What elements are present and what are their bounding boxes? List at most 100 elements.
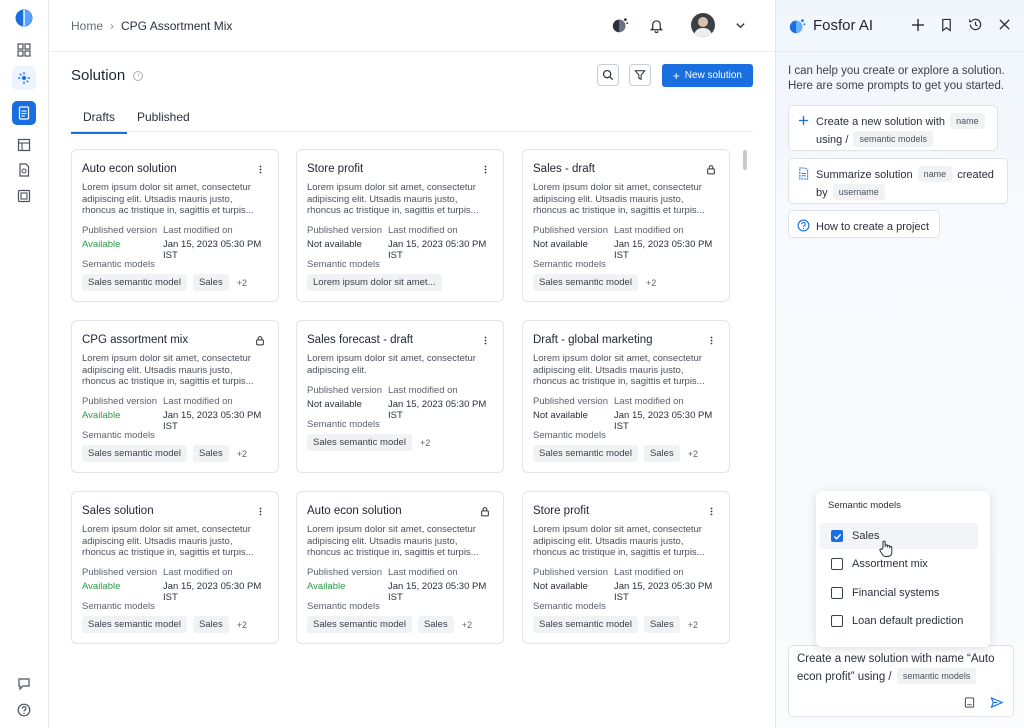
solution-card[interactable]: Sales solution Lorem ipsum dolor sit amet…: [71, 491, 279, 644]
dropdown-item-loan-default-prediction[interactable]: Loan default prediction: [820, 608, 978, 634]
lock-icon: [479, 505, 491, 517]
info-icon[interactable]: i: [133, 70, 144, 81]
solution-card[interactable]: CPG assortment mix Lorem ipsum dolor sit …: [71, 320, 279, 473]
more-chip[interactable]: +2: [418, 438, 432, 448]
semantic-models-label: Semantic models: [533, 601, 606, 612]
card-description: Lorem ipsum dolor sit amet, consectetur …: [307, 524, 479, 558]
solution-card[interactable]: Sales forecast - draft Lorem ipsum dolor …: [296, 320, 504, 473]
semantic-models-label: Semantic models: [533, 259, 606, 270]
close-icon[interactable]: [996, 16, 1013, 33]
published-version-label: Published version: [533, 567, 608, 578]
checkbox-checked[interactable]: [831, 530, 843, 542]
chevron-down-icon[interactable]: [729, 14, 751, 36]
semantic-models-tag: semantic models: [853, 131, 934, 147]
new-solution-label: New solution: [684, 70, 742, 81]
semantic-model-chip: Sales semantic model: [82, 616, 187, 633]
kebab-icon[interactable]: [705, 505, 717, 517]
filter-button[interactable]: [629, 64, 651, 86]
prompt-text: Create a new solution with: [816, 116, 946, 128]
solution-card[interactable]: Draft - global marketing Lorem ipsum dolo…: [522, 320, 730, 473]
card-title[interactable]: Store profit: [533, 505, 589, 517]
card-description: Lorem ipsum dolor sit amet, consectetur …: [82, 182, 254, 216]
card-title[interactable]: Sales forecast - draft: [307, 334, 413, 346]
tab-bar: Drafts Published: [71, 106, 753, 134]
semantic-model-chip: Sales semantic model: [82, 274, 187, 291]
prompt-summarize-solution[interactable]: Summarize solution name created by usern…: [788, 158, 1008, 204]
dropdown-item-label: Sales: [852, 530, 880, 542]
solution-card[interactable]: Auto econ solution Lorem ipsum dolor sit …: [296, 491, 504, 644]
ai-intro-text: I can help you create or explore a solut…: [788, 65, 1005, 92]
prompt-create-solution[interactable]: Create a new solution with name using / …: [788, 105, 998, 151]
kebab-icon[interactable]: [254, 163, 266, 175]
app-logo-icon[interactable]: [12, 6, 36, 30]
tab-drafts[interactable]: Drafts: [71, 110, 128, 134]
last-modified-label: Last modified on: [614, 396, 684, 407]
ai-sparkle-icon[interactable]: [12, 66, 36, 90]
new-chat-icon[interactable]: [909, 16, 926, 33]
more-chip[interactable]: +2: [686, 449, 700, 459]
more-chip[interactable]: +2: [460, 620, 474, 630]
search-button[interactable]: [597, 64, 619, 86]
dropdown-item-assortment-mix[interactable]: Assortment mix: [820, 551, 978, 577]
scrollbar[interactable]: [743, 150, 747, 170]
dashboard-icon[interactable]: [12, 38, 36, 62]
published-version-label: Published version: [533, 396, 608, 407]
more-chip[interactable]: +2: [235, 278, 249, 288]
semantic-models-chips: Sales semantic model Sales +2: [82, 274, 249, 291]
dropdown-item-label: Loan default prediction: [852, 615, 964, 627]
reports-icon[interactable]: [12, 158, 36, 182]
composer-input[interactable]: Create a new solution with name “Auto ec…: [797, 651, 1002, 686]
bookmark-icon[interactable]: [938, 16, 955, 33]
chat-composer[interactable]: Create a new solution with name “Auto ec…: [788, 645, 1014, 717]
top-bar: Home › CPG Assortment Mix: [49, 0, 775, 52]
semantic-model-chip: Sales semantic model: [533, 445, 638, 462]
solution-card[interactable]: Store profit Lorem ipsum dolor sit amet, …: [296, 149, 504, 302]
kebab-icon[interactable]: [705, 334, 717, 346]
solution-card[interactable]: Store profit Lorem ipsum dolor sit amet, …: [522, 491, 730, 644]
ai-assistant-icon[interactable]: [609, 14, 631, 36]
bell-icon[interactable]: [645, 14, 667, 36]
new-solution-button[interactable]: + New solution: [661, 64, 753, 87]
last-modified-label: Last modified on: [388, 385, 458, 396]
published-version-label: Published version: [307, 567, 382, 578]
solutions-icon[interactable]: [12, 101, 36, 125]
help-icon[interactable]: [12, 698, 36, 722]
checkbox[interactable]: [831, 587, 843, 599]
dropdown-item-financial-systems[interactable]: Financial systems: [820, 580, 978, 606]
card-title[interactable]: CPG assortment mix: [82, 334, 188, 346]
card-title[interactable]: Store profit: [307, 163, 363, 175]
semantic-models-dropdown: Semantic models Sales Assortment mix Fin…: [816, 491, 990, 647]
send-icon[interactable]: [989, 695, 1003, 709]
card-title[interactable]: Draft - global marketing: [533, 334, 653, 346]
models-icon[interactable]: [12, 184, 36, 208]
projects-icon[interactable]: [12, 133, 36, 157]
card-title[interactable]: Sales solution: [82, 505, 154, 517]
plus-icon: [796, 113, 810, 127]
avatar[interactable]: [691, 13, 715, 37]
card-title[interactable]: Auto econ solution: [82, 163, 177, 175]
prompt-library-icon[interactable]: [962, 695, 976, 709]
status-badge: Available: [307, 581, 346, 592]
prompt-how-to-create-project[interactable]: How to create a project: [788, 210, 940, 238]
card-title[interactable]: Auto econ solution: [307, 505, 402, 517]
checkbox[interactable]: [831, 558, 843, 570]
more-chip[interactable]: +2: [235, 620, 249, 630]
solution-card[interactable]: Auto econ solution Lorem ipsum dolor sit …: [71, 149, 279, 302]
more-chip[interactable]: +2: [686, 620, 700, 630]
tab-published[interactable]: Published: [137, 110, 190, 132]
kebab-icon[interactable]: [479, 163, 491, 175]
checkbox[interactable]: [831, 615, 843, 627]
name-tag: name: [950, 113, 985, 129]
solution-card[interactable]: Sales - draft Lorem ipsum dolor sit amet,…: [522, 149, 730, 302]
more-chip[interactable]: +2: [235, 449, 249, 459]
card-description: Lorem ipsum dolor sit amet, consectetur …: [533, 353, 705, 387]
dropdown-item-sales[interactable]: Sales: [820, 523, 978, 549]
history-icon[interactable]: [967, 16, 984, 33]
kebab-icon[interactable]: [479, 334, 491, 346]
main-area: Home › CPG Assortment Mix Solution i + N…: [49, 0, 775, 728]
card-title[interactable]: Sales - draft: [533, 163, 595, 175]
kebab-icon[interactable]: [254, 505, 266, 517]
feedback-icon[interactable]: [12, 672, 36, 696]
breadcrumb-home[interactable]: Home: [71, 19, 103, 33]
more-chip[interactable]: +2: [644, 278, 658, 288]
